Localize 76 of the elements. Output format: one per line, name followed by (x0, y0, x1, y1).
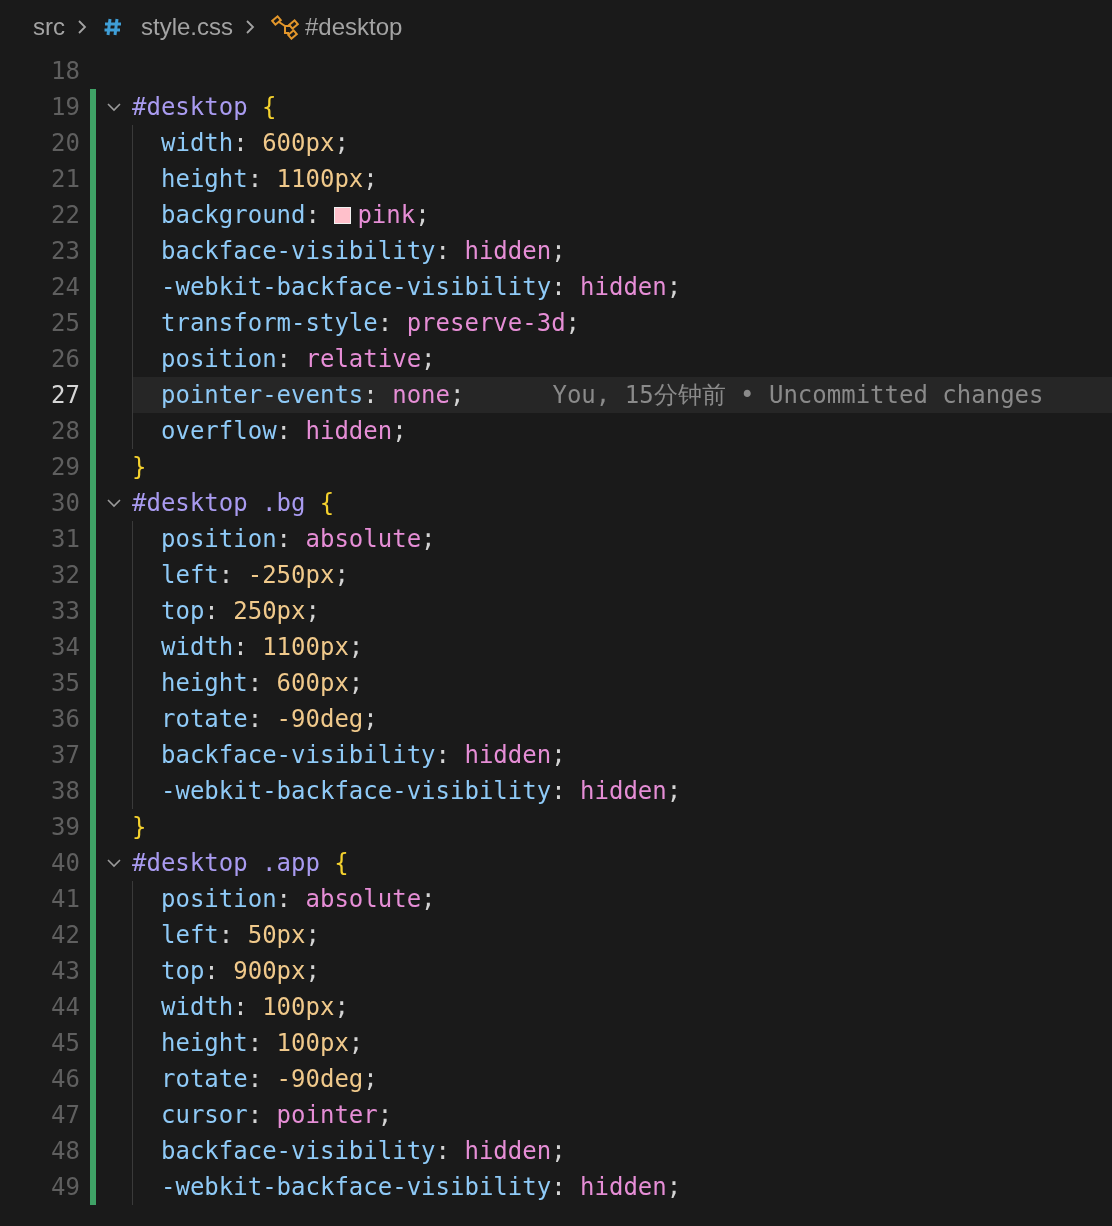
code-text: width: 100px; (161, 992, 349, 1023)
line-number: 23 (50, 236, 80, 267)
line-number: 32 (50, 560, 80, 591)
line-number: 42 (50, 920, 80, 951)
chevron-right-icon (77, 18, 87, 35)
symbol-icon (271, 13, 299, 40)
line-number: 31 (50, 524, 80, 555)
fold-chevron-icon[interactable] (107, 858, 121, 868)
line-number: 49 (50, 1172, 80, 1203)
blame-annotation: You, 15分钟前 • Uncommitted changes (552, 380, 1044, 411)
code-text: position: absolute; (161, 524, 436, 555)
code-text: backface-visibility: hidden; (161, 236, 566, 267)
line-number: 38 (50, 776, 80, 807)
code-text: backface-visibility: hidden; (161, 1136, 566, 1167)
code-text: -webkit-backface-visibility: hidden; (161, 272, 682, 303)
code-text: background: (161, 200, 321, 231)
code-text: height: 100px; (161, 1028, 364, 1059)
code-text: position: absolute; (161, 884, 436, 915)
code-text: } (132, 812, 147, 843)
line-number: 39 (50, 812, 80, 843)
code-text: left: 50px; (161, 920, 320, 951)
line-number: 48 (50, 1136, 80, 1167)
line-number: 18 (50, 56, 80, 87)
code-text: height: 1100px; (161, 164, 378, 195)
breadcrumb-item[interactable]: style.css (141, 12, 233, 41)
code-text: #desktop .app { (132, 848, 349, 879)
code-text: #desktop { (132, 92, 277, 123)
line-number: 41 (50, 884, 80, 915)
code-text: height: 600px; (161, 668, 364, 699)
hash-icon (103, 16, 123, 37)
code-text: cursor: pointer; (161, 1100, 393, 1131)
code-text: pink; (357, 200, 430, 231)
line-number: 27 (50, 380, 80, 411)
line-number: 47 (50, 1100, 80, 1131)
line-number: 26 (50, 344, 80, 375)
code-text: transform-style: preserve-3d; (161, 308, 581, 339)
line-number: 25 (50, 308, 80, 339)
line-number: 21 (50, 164, 80, 195)
code-text: overflow: hidden; (161, 416, 407, 447)
code-text: width: 1100px; (161, 632, 364, 663)
code-text: -webkit-backface-visibility: hidden; (161, 776, 682, 807)
line-number: 46 (50, 1064, 80, 1095)
code-text: pointer-events: none; (161, 380, 465, 411)
code-text: rotate: -90deg; (161, 1064, 378, 1095)
code-text: left: -250px; (161, 560, 349, 591)
code-text: top: 250px; (161, 596, 320, 627)
line-number: 29 (50, 452, 80, 483)
code-text: #desktop .bg { (132, 488, 335, 519)
line-number: 37 (50, 740, 80, 771)
line-number: 40 (50, 848, 80, 879)
fold-chevron-icon[interactable] (107, 102, 121, 112)
breadcrumb-item[interactable]: #desktop (305, 12, 403, 41)
line-number: 43 (50, 956, 80, 987)
breadcrumb-item[interactable]: src (33, 12, 65, 41)
line-number: 35 (50, 668, 80, 699)
code-text: width: 600px; (161, 128, 349, 159)
line-number: 34 (50, 632, 80, 663)
code-text: -webkit-backface-visibility: hidden; (161, 1172, 682, 1203)
line-number: 28 (50, 416, 80, 447)
code-text: backface-visibility: hidden; (161, 740, 566, 771)
line-number: 22 (50, 200, 80, 231)
line-number: 33 (50, 596, 80, 627)
chevron-right-icon (245, 18, 255, 35)
line-number: 24 (50, 272, 80, 303)
line-number: 30 (50, 488, 80, 519)
line-number: 20 (50, 128, 80, 159)
color-swatch[interactable] (334, 206, 352, 224)
code-text: top: 900px; (161, 956, 320, 987)
code-text: } (132, 452, 147, 483)
code-text: rotate: -90deg; (161, 704, 378, 735)
line-number: 36 (50, 704, 80, 735)
line-number: 19 (50, 92, 80, 123)
line-number: 44 (50, 992, 80, 1023)
line-number: 45 (50, 1028, 80, 1059)
fold-chevron-icon[interactable] (107, 498, 121, 508)
code-text: position: relative; (161, 344, 436, 375)
